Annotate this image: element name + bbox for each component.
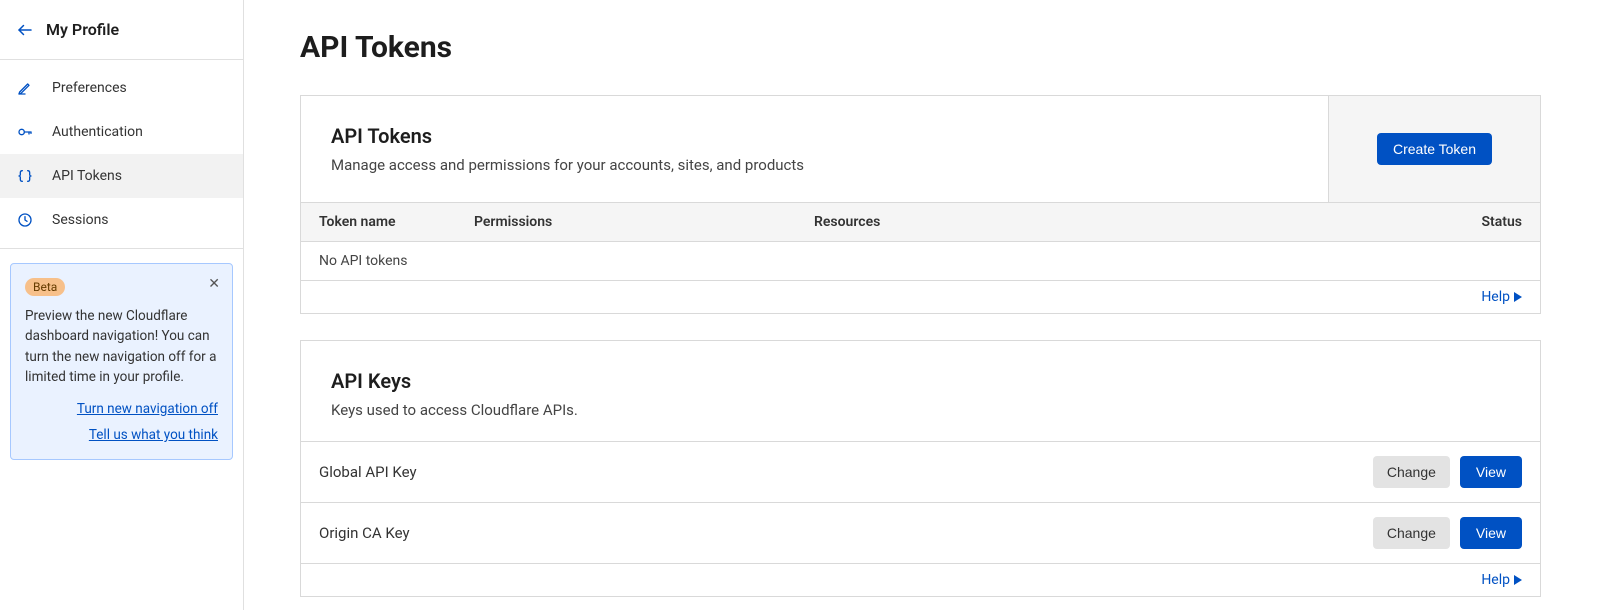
view-button[interactable]: View xyxy=(1460,456,1522,488)
sidebar-item-label: API Tokens xyxy=(52,168,122,184)
tokens-desc: Manage access and permissions for your a… xyxy=(331,156,1298,174)
sidebar-item-authentication[interactable]: Authentication xyxy=(0,110,243,154)
sidebar-item-preferences[interactable]: Preferences xyxy=(0,66,243,110)
sidebar-title: My Profile xyxy=(46,20,119,39)
turn-off-nav-link[interactable]: Turn new navigation off xyxy=(25,401,218,417)
beta-notice: Beta ✕ Preview the new Cloudflare dashbo… xyxy=(10,263,233,460)
page-title: API Tokens xyxy=(300,30,1541,65)
keys-title: API Keys xyxy=(331,369,1510,393)
main-content: API Tokens API Tokens Manage access and … xyxy=(244,0,1597,610)
help-label: Help xyxy=(1481,572,1510,588)
col-resources: Resources xyxy=(814,214,1402,230)
tokens-title: API Tokens xyxy=(331,124,1298,148)
change-button[interactable]: Change xyxy=(1373,456,1450,488)
clock-icon xyxy=(16,212,34,228)
sidebar-item-sessions[interactable]: Sessions xyxy=(0,198,243,242)
sidebar-item-api-tokens[interactable]: API Tokens xyxy=(0,154,243,198)
col-token-name: Token name xyxy=(319,214,474,230)
col-permissions: Permissions xyxy=(474,214,814,230)
notice-text: Preview the new Cloudflare dashboard nav… xyxy=(25,306,218,387)
tokens-help-link[interactable]: Help xyxy=(1481,289,1522,305)
view-button[interactable]: View xyxy=(1460,517,1522,549)
beta-badge: Beta xyxy=(25,278,65,296)
tokens-empty-row: No API tokens xyxy=(301,242,1540,281)
sidebar: My Profile Preferences Authentication AP… xyxy=(0,0,244,610)
key-row-origin-ca: Origin CA Key Change View xyxy=(301,502,1540,563)
chevron-right-icon xyxy=(1514,292,1522,302)
sidebar-item-label: Authentication xyxy=(52,124,143,140)
sidebar-nav: Preferences Authentication API Tokens Se… xyxy=(0,60,243,249)
close-icon[interactable]: ✕ xyxy=(208,276,220,292)
pencil-icon xyxy=(16,80,34,96)
keys-help-link[interactable]: Help xyxy=(1481,572,1522,588)
keys-desc: Keys used to access Cloudflare APIs. xyxy=(331,401,1510,419)
create-token-button[interactable]: Create Token xyxy=(1377,133,1492,165)
change-button[interactable]: Change xyxy=(1373,517,1450,549)
api-keys-panel: API Keys Keys used to access Cloudflare … xyxy=(300,340,1541,597)
back-arrow-icon[interactable] xyxy=(16,21,34,39)
key-icon xyxy=(16,124,34,140)
chevron-right-icon xyxy=(1514,575,1522,585)
key-name: Origin CA Key xyxy=(319,524,410,542)
sidebar-item-label: Preferences xyxy=(52,80,127,96)
key-row-global: Global API Key Change View xyxy=(301,441,1540,502)
tokens-table-header: Token name Permissions Resources Status xyxy=(301,203,1540,242)
api-tokens-panel: API Tokens Manage access and permissions… xyxy=(300,95,1541,314)
sidebar-item-label: Sessions xyxy=(52,212,109,228)
sidebar-header: My Profile xyxy=(0,0,243,60)
help-label: Help xyxy=(1481,289,1510,305)
col-status: Status xyxy=(1402,214,1522,230)
braces-icon xyxy=(16,168,34,184)
key-name: Global API Key xyxy=(319,463,417,481)
feedback-link[interactable]: Tell us what you think xyxy=(25,427,218,443)
